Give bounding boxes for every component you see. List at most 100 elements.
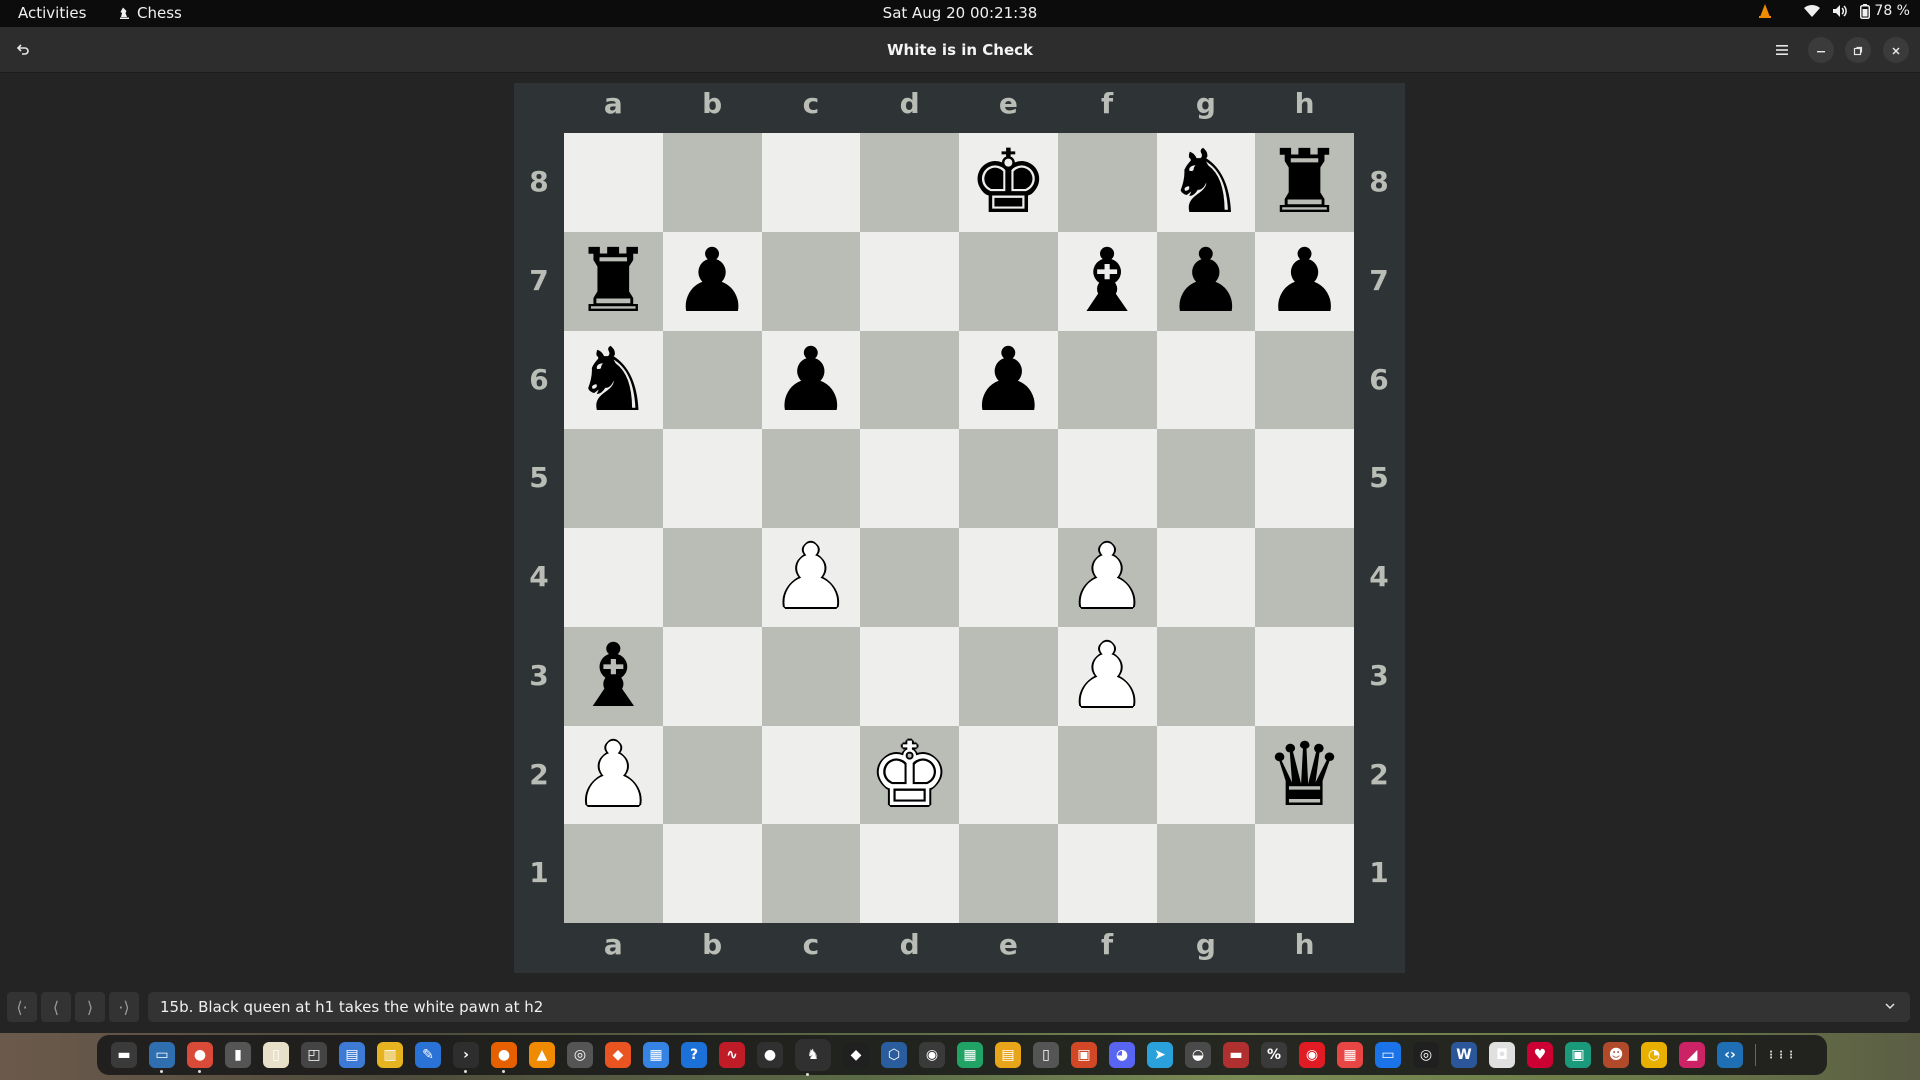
close-button[interactable] — [1883, 37, 1909, 63]
show-apps-icon[interactable]: ⋮⋮⋮ — [1766, 1042, 1796, 1068]
square-c1[interactable] — [761, 824, 861, 923]
square-h8[interactable]: ♜ — [1255, 133, 1354, 232]
square-g5[interactable] — [1156, 429, 1256, 528]
square-e8[interactable]: ♚ — [959, 133, 1058, 232]
square-f1[interactable] — [1057, 824, 1157, 923]
square-h7[interactable]: ♟ — [1255, 231, 1354, 331]
document-icon[interactable]: ▯ — [1033, 1042, 1059, 1068]
square-b3[interactable] — [662, 626, 762, 726]
square-d8[interactable] — [860, 133, 959, 232]
square-h2[interactable]: ♛ — [1255, 725, 1354, 825]
bookmark-icon[interactable]: ♥ — [1527, 1042, 1553, 1068]
square-c2[interactable] — [761, 725, 861, 825]
square-f3[interactable]: ♟ — [1057, 626, 1157, 726]
image-viewer-icon[interactable]: ▣ — [1565, 1042, 1591, 1068]
terminal-icon[interactable]: › — [453, 1042, 479, 1073]
square-g3[interactable] — [1156, 626, 1256, 726]
pacman-icon[interactable]: ◔ — [1641, 1042, 1667, 1068]
square-a6[interactable]: ♞ — [564, 330, 663, 430]
square-c4[interactable]: ♟ — [761, 528, 861, 627]
square-a1[interactable] — [564, 824, 663, 923]
presentation-icon[interactable]: ▣ — [1071, 1042, 1097, 1068]
square-e1[interactable] — [959, 824, 1058, 923]
white-pawn-a2[interactable]: ♟ — [574, 730, 653, 819]
calendar-icon[interactable]: ▦ — [643, 1042, 669, 1068]
black-queen-h2[interactable]: ♛ — [1265, 730, 1344, 819]
code-icon[interactable]: ‹› — [1717, 1042, 1743, 1068]
inkscape-icon[interactable]: ◆ — [843, 1042, 869, 1068]
impress-icon[interactable]: ▤ — [995, 1042, 1021, 1068]
chess-board[interactable]: ♚ ♞ ♜ ♜ ♟ ♝ ♟ ♟ ♞ ♟ ♟ ♟ ♟ ♝ ♟ ♟ ♚ ♛ — [564, 133, 1354, 923]
square-c7[interactable] — [761, 231, 861, 331]
square-d7[interactable] — [860, 231, 959, 331]
square-g2[interactable] — [1156, 725, 1256, 825]
volume-icon[interactable] — [1832, 4, 1848, 18]
white-pawn-f3[interactable]: ♟ — [1068, 632, 1147, 720]
square-b1[interactable] — [662, 824, 762, 923]
black-king-e8[interactable]: ♚ — [969, 138, 1048, 226]
square-f2[interactable] — [1057, 725, 1157, 825]
square-f7[interactable]: ♝ — [1057, 231, 1157, 331]
black-pawn-b7[interactable]: ♟ — [673, 237, 752, 325]
square-e5[interactable] — [959, 429, 1058, 528]
square-f6[interactable] — [1057, 330, 1157, 430]
document-viewer-icon[interactable]: ▤ — [339, 1042, 365, 1068]
word-app-icon[interactable]: W — [1451, 1042, 1477, 1068]
square-d2[interactable]: ♚ — [860, 725, 959, 825]
square-c6[interactable]: ♟ — [761, 330, 861, 430]
square-c5[interactable] — [761, 429, 861, 528]
virtualbox-icon[interactable]: ⬡ — [881, 1042, 907, 1068]
calendar-red-icon[interactable]: ▦ — [1337, 1042, 1363, 1068]
square-c8[interactable] — [761, 133, 861, 232]
square-c3[interactable] — [761, 626, 861, 726]
vlc-tray-icon[interactable] — [1758, 3, 1772, 19]
square-d5[interactable] — [860, 429, 959, 528]
flashcards-icon[interactable]: ▬ — [1223, 1042, 1249, 1068]
files-drawer-icon[interactable]: ▬ — [111, 1042, 137, 1068]
notes-icon[interactable]: ▮ — [225, 1042, 251, 1068]
square-a4[interactable] — [564, 528, 663, 627]
wifi-icon[interactable] — [1804, 4, 1821, 18]
presenter-icon[interactable]: ▭ — [1375, 1042, 1401, 1068]
steam-icon[interactable]: ◎ — [1413, 1042, 1439, 1068]
square-b8[interactable] — [662, 133, 762, 232]
game-character-icon[interactable]: ☻ — [1603, 1042, 1629, 1068]
square-d4[interactable] — [860, 528, 959, 627]
square-d3[interactable] — [860, 626, 959, 726]
black-pawn-c6[interactable]: ♟ — [771, 335, 850, 424]
square-e2[interactable] — [959, 725, 1058, 825]
square-h3[interactable] — [1255, 626, 1354, 726]
square-d6[interactable] — [860, 330, 959, 430]
main-menu-button[interactable] — [1769, 37, 1795, 63]
square-b7[interactable]: ♟ — [662, 231, 762, 331]
text-editor-icon[interactable]: ▯ — [263, 1042, 289, 1068]
software-icon[interactable]: ◆ — [605, 1042, 631, 1068]
camera-icon[interactable]: ◘ — [1489, 1042, 1515, 1068]
black-knight-g8[interactable]: ♞ — [1166, 138, 1245, 226]
calc-icon[interactable]: ▦ — [957, 1042, 983, 1068]
white-pawn-f4[interactable]: ♟ — [1068, 533, 1147, 621]
square-a7[interactable]: ♜ — [564, 231, 663, 331]
recorder-icon[interactable]: ◉ — [1299, 1042, 1325, 1068]
telegram-icon[interactable]: ➤ — [1147, 1042, 1173, 1068]
vlc-icon[interactable]: ▲ — [529, 1042, 555, 1068]
firefox-icon[interactable]: ● — [491, 1042, 517, 1073]
square-e7[interactable] — [959, 231, 1058, 331]
square-g6[interactable] — [1156, 330, 1256, 430]
square-a5[interactable] — [564, 429, 663, 528]
square-a2[interactable]: ♟ — [564, 725, 663, 825]
battery-icon[interactable] — [1860, 3, 1871, 19]
black-bishop-a3[interactable]: ♝ — [574, 632, 653, 720]
square-h5[interactable] — [1255, 429, 1354, 528]
files-icon[interactable]: ▭ — [149, 1042, 175, 1073]
first-move-button[interactable]: ⟨· — [7, 992, 37, 1022]
maximize-button[interactable] — [1845, 37, 1871, 63]
help-icon[interactable]: ? — [681, 1042, 707, 1068]
square-b6[interactable] — [662, 330, 762, 430]
black-rook-a7[interactable]: ♜ — [574, 237, 653, 325]
square-f4[interactable]: ♟ — [1057, 528, 1157, 627]
square-f8[interactable] — [1057, 133, 1157, 232]
discord-icon[interactable]: ◕ — [1109, 1042, 1135, 1068]
square-b2[interactable] — [662, 725, 762, 825]
archive-icon[interactable]: ▥ — [377, 1042, 403, 1068]
